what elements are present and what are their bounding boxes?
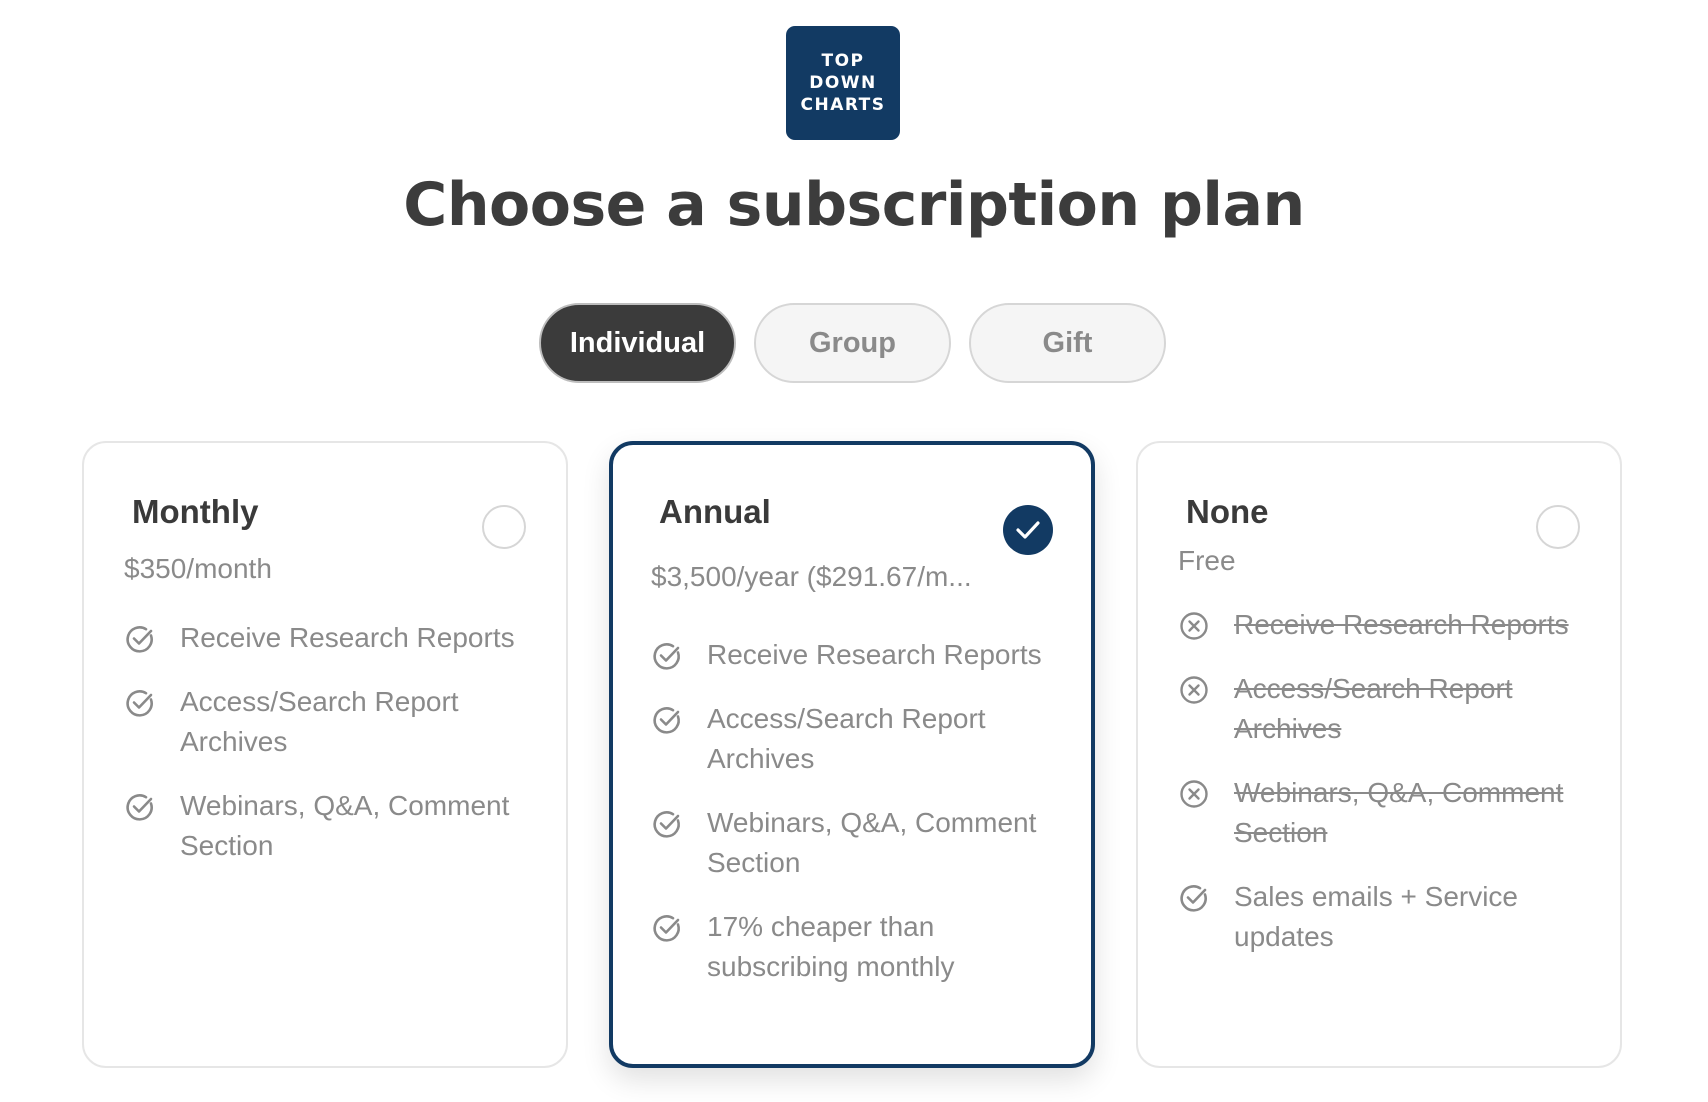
feature-text: 17% cheaper than subscribing monthly	[707, 911, 955, 982]
check-circle-icon	[126, 794, 153, 821]
plan-card-annual[interactable]: Annual $3,500/year ($291.67/m... Receive…	[609, 441, 1095, 1068]
check-circle-icon	[653, 915, 680, 942]
plan-card-none[interactable]: None Free Receive Research Reports Acces…	[1136, 441, 1622, 1068]
feature-text: Receive Research Reports	[180, 622, 515, 653]
check-circle-icon	[653, 811, 680, 838]
plan-price: Free	[1178, 545, 1236, 576]
feature-item: Receive Research Reports	[651, 635, 1071, 675]
plan-price: $350/month	[124, 553, 272, 584]
checkmark-icon	[1016, 521, 1040, 539]
check-circle-icon	[1180, 885, 1207, 912]
feature-item: Webinars, Q&A, Comment Section	[124, 786, 546, 866]
feature-text: Webinars, Q&A, Comment Section	[180, 790, 510, 861]
feature-text: Access/Search Report Archives	[707, 703, 986, 774]
feature-item: Access/Search Report Archives	[1178, 669, 1600, 749]
plan-card-monthly[interactable]: Monthly $350/month Receive Research Repo…	[82, 441, 568, 1068]
tab-individual[interactable]: Individual	[539, 303, 736, 383]
feature-list: Receive Research Reports Access/Search R…	[1178, 605, 1600, 981]
feature-text: Receive Research Reports	[707, 639, 1042, 670]
check-circle-icon	[653, 707, 680, 734]
plan-price: $3,500/year ($291.67/m...	[651, 561, 972, 592]
logo-line: DOWN	[809, 73, 877, 93]
feature-list: Receive Research Reports Access/Search R…	[651, 635, 1071, 1011]
check-circle-icon	[653, 643, 680, 670]
plan-radio-unchecked[interactable]	[482, 505, 526, 549]
plan-name: Monthly	[132, 493, 259, 530]
feature-item: Receive Research Reports	[1178, 605, 1600, 645]
x-circle-icon	[1180, 612, 1208, 640]
feature-item: Access/Search Report Archives	[651, 699, 1071, 779]
x-circle-icon	[1180, 676, 1208, 704]
feature-item: Receive Research Reports	[124, 618, 546, 658]
feature-list: Receive Research Reports Access/Search R…	[124, 618, 546, 890]
feature-item: 17% cheaper than subscribing monthly	[651, 907, 1071, 987]
tab-group[interactable]: Group	[754, 303, 951, 383]
page-title: Choose a subscription plan	[403, 170, 1305, 240]
check-circle-icon	[126, 626, 153, 653]
tab-gift[interactable]: Gift	[969, 303, 1166, 383]
feature-text: Receive Research Reports	[1234, 609, 1569, 640]
plan-radio-unchecked[interactable]	[1536, 505, 1580, 549]
feature-text: Access/Search Report Archives	[1234, 673, 1513, 744]
logo-line: TOP	[821, 51, 865, 71]
plan-radio-checked[interactable]	[1003, 505, 1053, 555]
x-circle-icon	[1180, 780, 1208, 808]
feature-item: Webinars, Q&A, Comment Section	[1178, 773, 1600, 853]
logo-line: CHARTS	[800, 95, 886, 115]
brand-logo: TOP DOWN CHARTS	[786, 26, 900, 140]
feature-text: Webinars, Q&A, Comment Section	[707, 807, 1037, 878]
check-circle-icon	[126, 690, 153, 717]
feature-text: Access/Search Report Archives	[180, 686, 459, 757]
feature-item: Sales emails + Service updates	[1178, 877, 1600, 957]
plan-name: None	[1186, 493, 1269, 530]
feature-item: Access/Search Report Archives	[124, 682, 546, 762]
feature-item: Webinars, Q&A, Comment Section	[651, 803, 1071, 883]
feature-text: Webinars, Q&A, Comment Section	[1234, 777, 1564, 848]
plan-name: Annual	[659, 493, 771, 530]
feature-text: Sales emails + Service updates	[1234, 881, 1519, 952]
